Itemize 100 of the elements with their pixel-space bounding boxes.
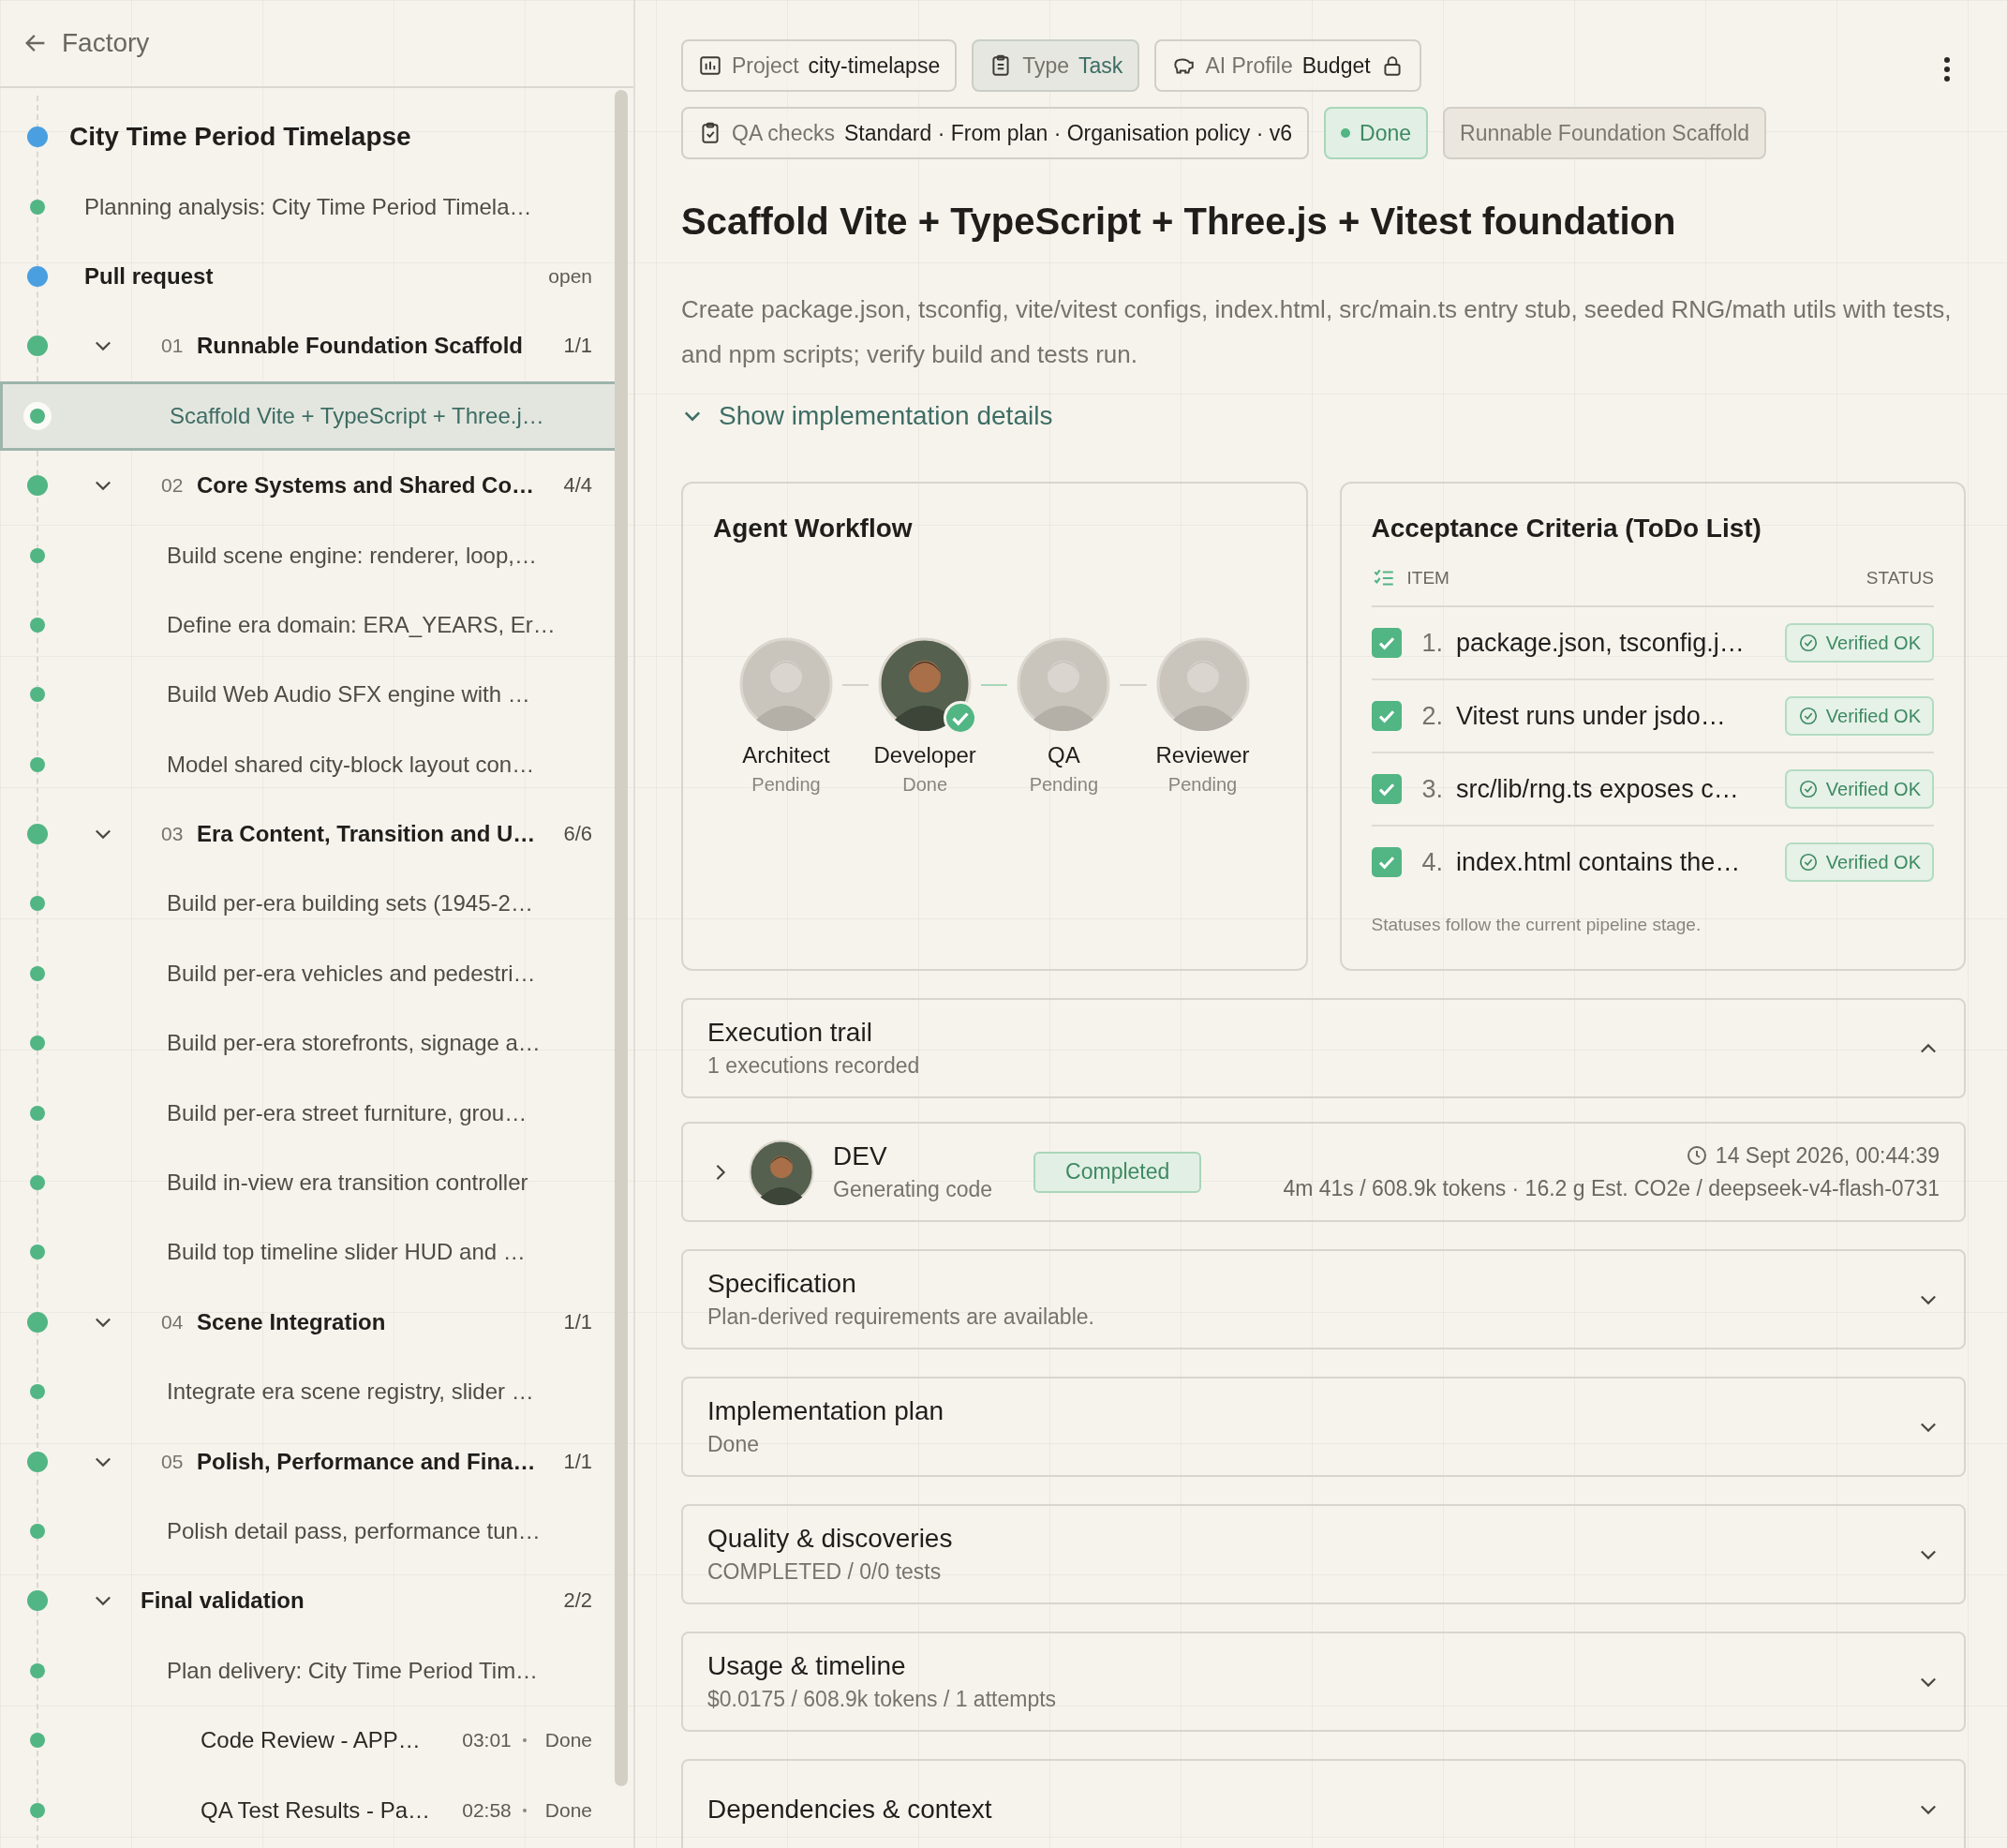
tree-item[interactable]: Planning analysis: City Time Period Timela… — [0, 171, 633, 242]
chart-board-icon — [698, 53, 722, 78]
pull-request-label: Pull request — [84, 262, 215, 290]
phase-title: Era Content, Transition and U… — [197, 821, 537, 848]
more-menu-icon[interactable] — [1943, 56, 1951, 82]
avatar-icon — [878, 637, 973, 731]
execution-trail-header[interactable]: Execution trail 1 executions recorded — [681, 998, 1966, 1098]
tree-item[interactable]: Define era domain: ERA_YEARS, Er… — [0, 589, 633, 661]
tree-item[interactable]: Code Review - APP… 03:01 Done — [0, 1706, 633, 1776]
section-header[interactable]: Quality & discoveries COMPLETED / 0/0 tests — [681, 1504, 1966, 1604]
phase-title: Final validation — [141, 1587, 305, 1615]
agent-name: Developer — [873, 742, 976, 768]
progress-count: 1/1 — [563, 334, 592, 359]
phase-chip[interactable]: Runnable Foundation Scaffold — [1443, 107, 1767, 159]
checkbox[interactable] — [1371, 847, 1402, 877]
section-header[interactable]: Specification Plan-derived requirements are available. — [681, 1249, 1966, 1349]
tree-item[interactable]: Integrate era scene registry, slider … — [0, 1357, 633, 1427]
progress-count: 4/4 — [563, 473, 592, 499]
column-header: STATUS — [1866, 568, 1934, 589]
tree-item[interactable]: QA Test Results - Pa… 02:58 Done — [0, 1775, 633, 1845]
phase-title: Runnable Foundation Scaffold — [197, 333, 524, 360]
task-title: Build Web Audio SFX engine with … — [167, 681, 531, 708]
task-title: Planning analysis: City Time Period Timela… — [84, 193, 533, 220]
tree-item[interactable]: Build scene engine: renderer, loop,… — [0, 520, 633, 590]
tree-item[interactable]: Plan delivery: City Time Period Tim… — [0, 1635, 633, 1706]
phase-number: 03 — [161, 823, 185, 846]
project-title: City Time Period Timelapse — [69, 122, 412, 153]
item-number: 4. — [1421, 847, 1444, 877]
criterion-text: src/lib/rng.ts exposes c… — [1456, 774, 1740, 804]
section-header[interactable]: Implementation plan Done — [681, 1377, 1966, 1477]
checkbox[interactable] — [1371, 628, 1402, 658]
section-header[interactable]: Dependencies & context — [681, 1759, 1966, 1848]
tree-item[interactable]: 05 Polish, Performance and Fina… 1/1 — [0, 1426, 633, 1497]
check-circle-icon — [1797, 852, 1819, 872]
tree-item[interactable]: Build per-era street furniture, grou… — [0, 1078, 633, 1148]
section-subtitle: Done — [707, 1432, 760, 1457]
tree-item[interactable]: Polish detail pass, performance tun… — [0, 1496, 633, 1567]
report-title: QA Test Results - Pa… — [201, 1796, 430, 1824]
verified-badge: Verified OK — [1784, 696, 1934, 736]
tree-item[interactable]: Build per-era building sets (1945-2… — [0, 869, 633, 939]
qa-chip[interactable]: QA checks Standard · From plan · Organisation policy · v6 — [681, 107, 1310, 159]
agent-status: Done — [902, 774, 948, 796]
task-title: Build per-era street furniture, grou… — [167, 1099, 528, 1126]
criterion-text: package.json, tsconfig.j… — [1456, 628, 1746, 658]
agent-name: Reviewer — [1155, 742, 1250, 768]
progress-count: 1/1 — [563, 1309, 592, 1334]
tree-item[interactable]: 03 Era Content, Transition and U… 6/6 — [0, 798, 633, 870]
verified-badge: Verified OK — [1784, 769, 1934, 809]
task-title: Build per-era storefronts, signage a… — [167, 1030, 542, 1057]
tree-item[interactable]: Build in-view era transition controller — [0, 1147, 633, 1218]
duration: 03:01 — [462, 1729, 512, 1752]
task-title: Build scene engine: renderer, loop,… — [167, 542, 538, 569]
agent-status: Pending — [1029, 774, 1099, 796]
tree-item[interactable]: 02 Core Systems and Shared Co… 4/4 — [0, 450, 633, 521]
agent-status: Pending — [751, 774, 821, 796]
timestamp: 14 Sept 2026, 00:44:39 — [1685, 1142, 1940, 1169]
type-chip[interactable]: Type Task — [972, 39, 1140, 92]
phase-number: 02 — [161, 474, 185, 498]
tree-item[interactable]: Build per-era storefronts, signage a… — [0, 1008, 633, 1079]
checkbox[interactable] — [1371, 701, 1402, 731]
tree-item[interactable]: 04 Scene Integration 1/1 — [0, 1287, 633, 1358]
progress-count: 2/2 — [563, 1588, 592, 1614]
agent-status: Pending — [1167, 774, 1238, 796]
section-subtitle: $0.0175 / 608.9k tokens / 1 attempts — [707, 1687, 1057, 1712]
back-link[interactable]: Factory — [22, 28, 150, 58]
avatar-icon — [1155, 637, 1250, 731]
section-header[interactable]: Usage & timeline $0.0175 / 608.9k tokens / 1 attempts — [681, 1632, 1966, 1732]
section-title: Implementation plan — [707, 1396, 944, 1426]
report-title: Code Review - APP… — [201, 1727, 421, 1754]
task-title: Plan delivery: City Time Period Tim… — [167, 1657, 540, 1684]
item-number: 3. — [1421, 774, 1444, 804]
checkbox[interactable] — [1371, 774, 1402, 804]
section-title: Dependencies & context — [707, 1794, 992, 1825]
project-chip[interactable]: Project city-timelapse — [681, 39, 958, 92]
profile-chip[interactable]: AI Profile Budget — [1154, 39, 1421, 92]
tree-item[interactable]: Build Web Audio SFX engine with … — [0, 660, 633, 730]
phase-title: Core Systems and Shared Co… — [197, 472, 536, 499]
tree-item[interactable]: 01 Runnable Foundation Scaffold 1/1 — [0, 311, 633, 381]
tree-item[interactable]: Pull request open — [0, 241, 633, 312]
tree-item[interactable]: Build per-era vehicles and pedestri… — [0, 938, 633, 1009]
section-subtitle: 1 executions recorded — [707, 1053, 920, 1079]
details-toggle[interactable]: Show implementation details — [681, 401, 1053, 431]
execution-row[interactable]: DEV Generating code Completed 14 Sept 2026, 00:44:39 4m 41s / 608.9k tokens · 16.2 g Est. CO2e / deepseek-v4-flash-0731 — [681, 1122, 1966, 1222]
agent-name: Architect — [742, 742, 830, 768]
task-title: Define era domain: ERA_YEARS, Er… — [167, 611, 557, 638]
task-title: Build top timeline slider HUD and … — [167, 1239, 527, 1266]
execution-metrics: 4m 41s / 608.9k tokens · 16.2 g Est. CO2e / deepseek-v4-flash-0731 — [1283, 1175, 1940, 1201]
tree-item[interactable]: City Time Period Timelapse — [0, 102, 633, 172]
agent-code: DEV — [833, 1141, 888, 1171]
phase-title: Polish, Performance and Fina… — [197, 1448, 537, 1475]
task-title: Polish detail pass, performance tun… — [167, 1518, 542, 1544]
duration: 02:58 — [462, 1798, 512, 1822]
check-circle-icon — [1797, 633, 1819, 653]
report-status: Done — [544, 1729, 592, 1752]
tree-item[interactable]: Model shared city-block layout con… — [0, 729, 633, 799]
scrollbar[interactable] — [615, 90, 628, 1786]
tree-item[interactable]: Final validation 2/2 — [0, 1566, 633, 1636]
tree-item[interactable]: Build top timeline slider HUD and … — [0, 1217, 633, 1288]
status-chip: Done — [1324, 107, 1428, 159]
check-circle-icon — [1797, 779, 1819, 799]
